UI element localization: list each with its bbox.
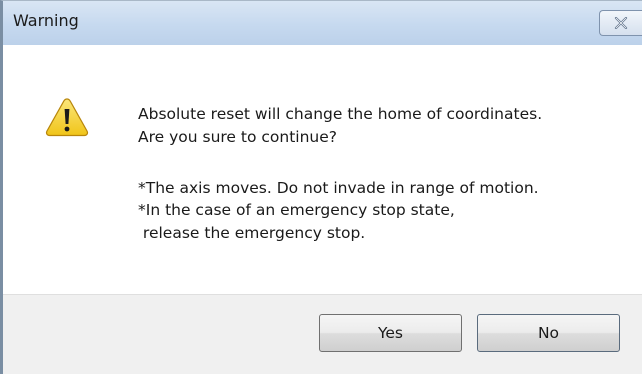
note-line: *In the case of an emergency stop state, xyxy=(138,201,455,219)
window-title: Warning xyxy=(13,11,79,30)
message-line: Are you sure to continue? xyxy=(138,128,338,146)
note-line: *The axis moves. Do not invade in range … xyxy=(138,179,539,197)
note-line: release the emergency stop. xyxy=(138,224,366,242)
yes-button[interactable]: Yes xyxy=(319,314,462,352)
no-button[interactable]: No xyxy=(477,314,620,352)
title-bar[interactable]: Warning xyxy=(3,1,642,45)
message-area: Absolute reset will change the home of c… xyxy=(3,45,642,294)
warning-dialog: Warning Absolute reset will change the h… xyxy=(0,0,642,374)
message-line: Absolute reset will change the home of c… xyxy=(138,105,543,123)
close-icon xyxy=(614,17,628,29)
button-bar: Yes No xyxy=(3,294,642,374)
warning-triangle-icon xyxy=(45,98,89,137)
close-button[interactable] xyxy=(599,10,642,36)
